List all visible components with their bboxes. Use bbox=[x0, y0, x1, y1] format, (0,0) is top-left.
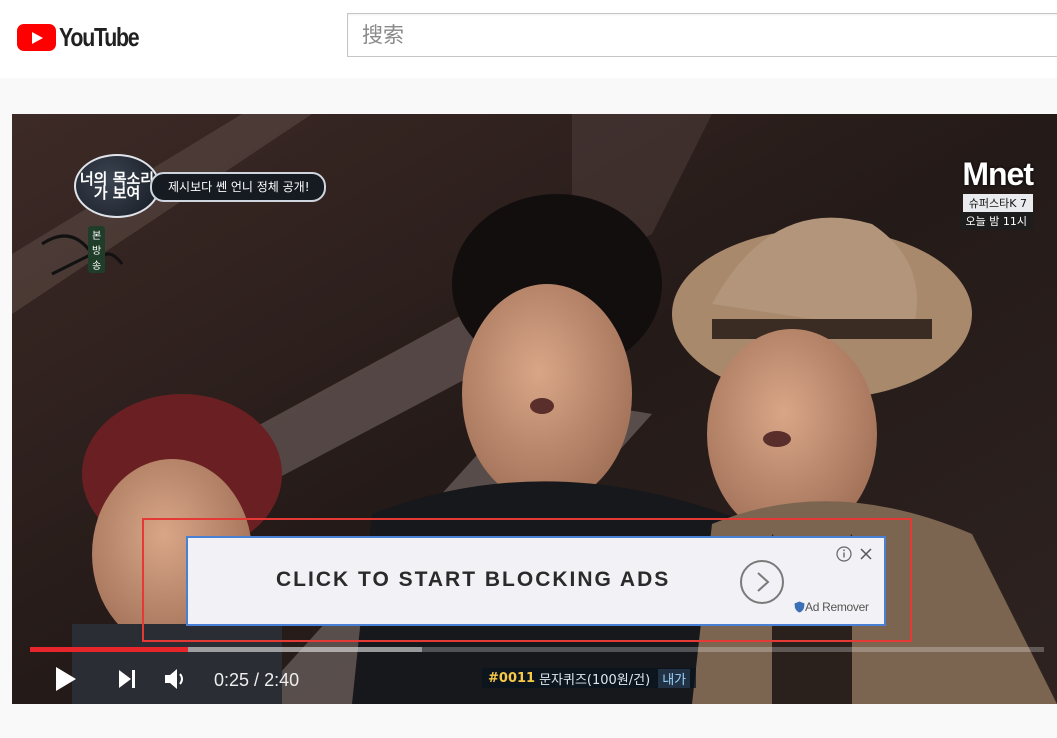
chevron-right-circle-icon[interactable] bbox=[740, 560, 784, 604]
ticker-label: 문자퀴즈(100원/건) bbox=[539, 672, 651, 688]
play-icon bbox=[56, 667, 76, 691]
volume-icon bbox=[165, 669, 183, 689]
progress-bar[interactable] bbox=[30, 647, 1044, 652]
ticker-tag: 내가 bbox=[658, 668, 691, 688]
logo-text: YouTube bbox=[59, 22, 140, 52]
time-separator: / bbox=[249, 670, 265, 690]
player-controls: 0:25 / 2:40 #0011 문자퀴즈(100원/건) 내가 bbox=[12, 654, 1057, 704]
ad-brand-label: Ad Remover bbox=[805, 600, 869, 614]
search-input[interactable] bbox=[347, 13, 1057, 57]
ad-banner[interactable]: CLICK TO START BLOCKING ADS Ad Remover bbox=[186, 536, 886, 626]
close-icon[interactable] bbox=[858, 546, 874, 562]
overlay-title: 제시보다 쎈 언니 정체 공개! bbox=[150, 172, 326, 202]
shield-icon bbox=[794, 601, 805, 613]
show-logo: 너의 목소리가 보여 bbox=[74, 154, 160, 218]
ad-text: CLICK TO START BLOCKING ADS bbox=[276, 568, 671, 591]
info-icon[interactable] bbox=[836, 546, 852, 562]
next-button[interactable] bbox=[114, 665, 142, 693]
channel-watermark: Mnet 슈퍼스타K 7 오늘 밤 11시 bbox=[959, 156, 1034, 230]
ad-brand: Ad Remover bbox=[794, 600, 869, 614]
duration: 2:40 bbox=[264, 670, 300, 690]
ticker-code: #0011 bbox=[488, 670, 536, 686]
broadcast-ticker: #0011 문자퀴즈(100원/건) 내가 bbox=[482, 668, 697, 688]
masthead: YouTube bbox=[0, 0, 1057, 78]
youtube-play-icon bbox=[17, 24, 56, 51]
time-display: 0:25 / 2:40 bbox=[214, 670, 299, 691]
video-player[interactable]: 너의 목소리가 보여 제시보다 쎈 언니 정체 공개! 본방송 Mnet 슈퍼스… bbox=[12, 114, 1057, 704]
play-button[interactable] bbox=[52, 665, 80, 693]
promo-title: 슈퍼스타K 7 bbox=[962, 194, 1033, 212]
volume-button[interactable] bbox=[162, 665, 190, 693]
show-badge: 본방송 bbox=[88, 226, 106, 273]
next-icon bbox=[119, 670, 135, 688]
progress-played bbox=[30, 647, 189, 652]
promo-time: 오늘 밤 11시 bbox=[959, 212, 1033, 230]
channel-logo: Mnet bbox=[962, 156, 1034, 192]
youtube-logo[interactable]: YouTube bbox=[17, 22, 156, 53]
current-time: 0:25 bbox=[214, 670, 250, 690]
